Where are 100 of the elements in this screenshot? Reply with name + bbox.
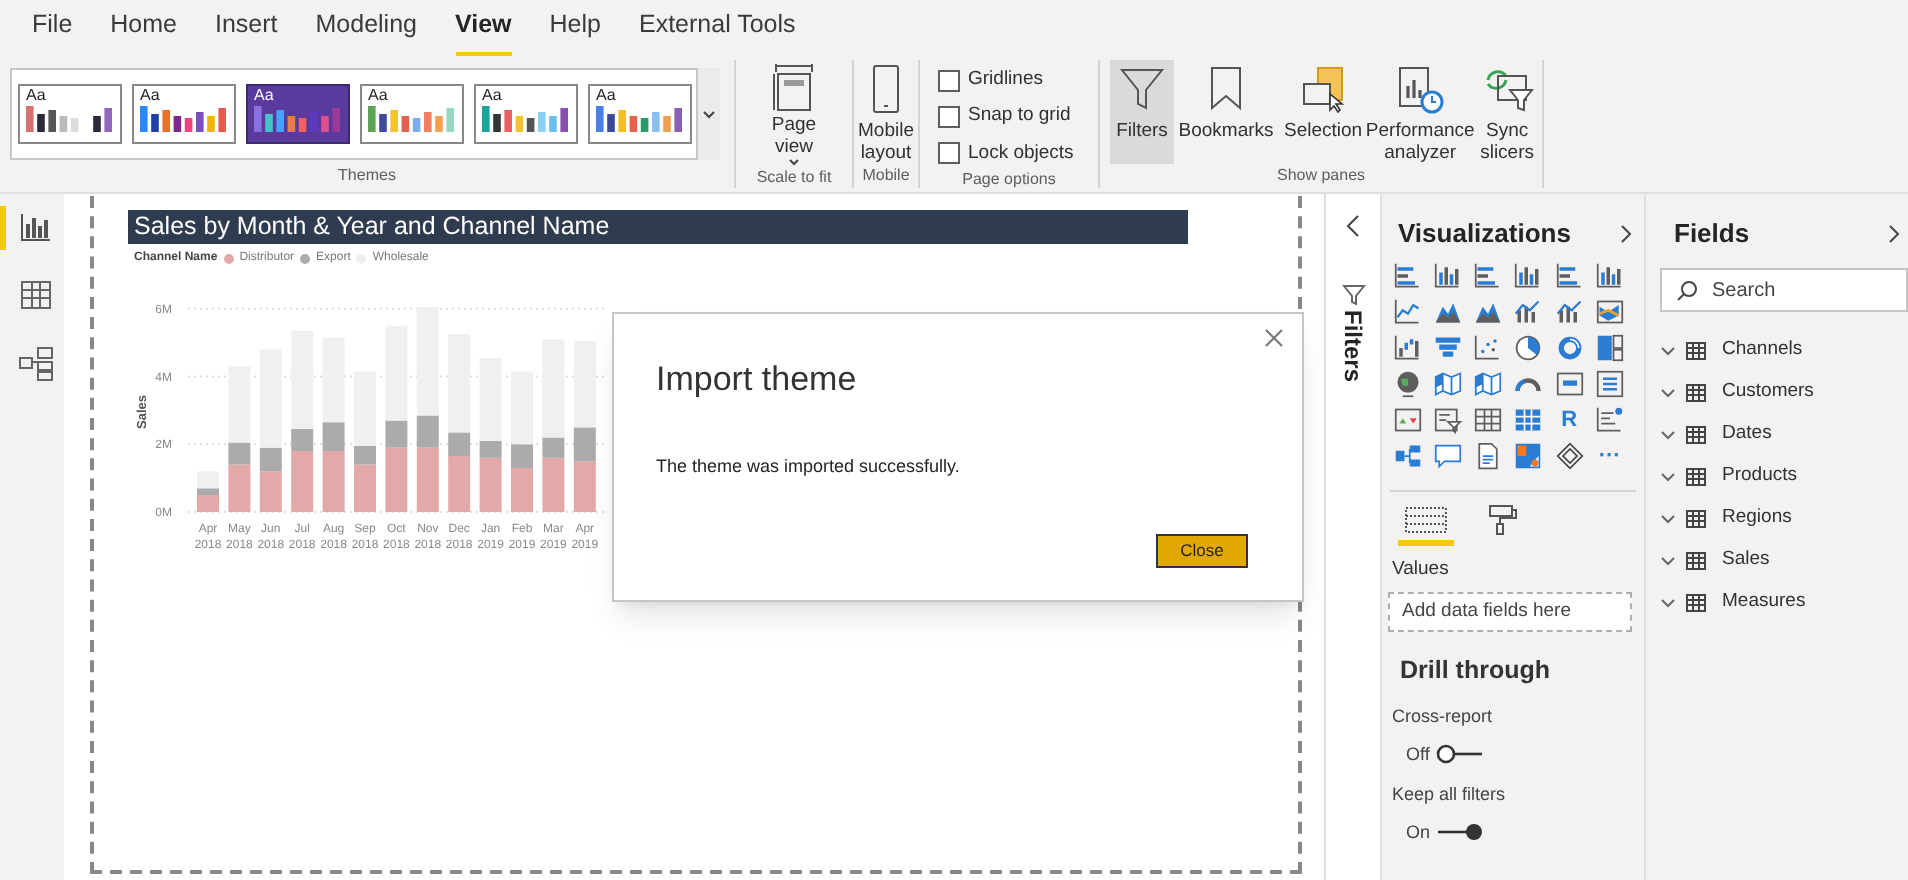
field-table-item[interactable]: Channels xyxy=(1660,336,1908,366)
donut-chart-icon[interactable] xyxy=(1553,334,1586,362)
theme-thumbnail[interactable]: Aa xyxy=(360,84,464,144)
waterfall-chart-icon[interactable] xyxy=(1392,334,1424,362)
checkbox[interactable]: Gridlines xyxy=(938,66,1074,95)
windows-cursor-icon xyxy=(1297,64,1350,116)
field-table-item[interactable]: Products xyxy=(1660,462,1908,492)
drop-zone[interactable]: Add data fields here xyxy=(1388,592,1632,633)
toggle-label: Cross-report xyxy=(1390,704,1495,730)
menu-tab[interactable]: Modeling xyxy=(315,6,417,56)
menu-tab[interactable]: Home xyxy=(110,6,177,56)
card-icon[interactable] xyxy=(1553,370,1586,398)
chevron-down-icon xyxy=(1660,555,1676,567)
group-label: Mobile xyxy=(860,164,912,188)
palette-bars-drawing xyxy=(254,104,342,132)
checkbox[interactable]: Lock objects xyxy=(938,139,1074,168)
menu-tab[interactable]: External Tools xyxy=(638,6,796,56)
matrix-icon[interactable] xyxy=(1512,406,1545,434)
map-icon[interactable] xyxy=(1432,370,1465,398)
theme-thumbnail[interactable]: Aa xyxy=(132,84,236,144)
palette-bars-drawing xyxy=(140,104,228,132)
area-chart-icon[interactable] xyxy=(1432,298,1465,326)
menu-tab[interactable]: Insert xyxy=(215,6,278,56)
section-label: Values xyxy=(1390,556,1451,584)
search-field[interactable]: Search xyxy=(1660,268,1908,312)
palette-bars-drawing xyxy=(596,104,684,132)
bar-chart-icon[interactable] xyxy=(1472,262,1505,290)
visual-type-button[interactable]: R xyxy=(1553,406,1586,434)
theme-thumbnail[interactable]: Aa xyxy=(474,84,578,144)
toggle-switch[interactable] xyxy=(1435,744,1484,765)
palette-bars-drawing xyxy=(26,104,114,132)
area-chart-icon[interactable] xyxy=(1472,298,1505,326)
key-influencers-icon[interactable] xyxy=(1392,442,1424,470)
pane-toggle-button[interactable]: Selection xyxy=(1278,60,1369,164)
diagram-icon xyxy=(15,344,55,384)
custom-visual-icon[interactable] xyxy=(1512,442,1545,470)
ribbon-chart-icon[interactable] xyxy=(1593,298,1626,326)
toggle-switch[interactable] xyxy=(1436,822,1485,843)
checkbox[interactable]: Snap to grid xyxy=(938,102,1074,131)
visual-type-button[interactable]: ··· xyxy=(1593,442,1626,470)
menu-tab[interactable]: Help xyxy=(549,6,601,56)
globe-icon[interactable] xyxy=(1392,370,1424,398)
palette-bars-drawing xyxy=(482,104,570,132)
column-chart-icon[interactable] xyxy=(1512,262,1545,290)
close-button[interactable]: Close xyxy=(1156,534,1248,568)
treemap-icon[interactable] xyxy=(1593,334,1626,362)
table-icon xyxy=(1686,510,1706,528)
pane-toggle-button[interactable]: Sync slicers xyxy=(1472,60,1542,164)
speech-bubble-icon[interactable] xyxy=(1432,442,1465,470)
chevron-down-icon xyxy=(702,109,716,119)
chevron-down-icon xyxy=(1660,597,1676,609)
field-table-item[interactable]: Dates xyxy=(1660,420,1908,450)
pane-toggle-button[interactable]: Performance analyzer xyxy=(1368,60,1473,164)
theme-sample-text: Aa xyxy=(254,86,274,104)
theme-thumbnail[interactable]: Aa xyxy=(18,84,122,144)
menu-tab[interactable]: File xyxy=(32,6,73,56)
toggle-state: Off xyxy=(1406,741,1430,767)
theme-thumbnail[interactable]: Aa xyxy=(588,84,692,144)
group-label: Scale to fit xyxy=(754,166,834,190)
pane-toggle-button[interactable]: Bookmarks xyxy=(1174,60,1278,164)
chevron-left-icon[interactable] xyxy=(1345,214,1361,238)
dialog-title: Import theme xyxy=(656,358,857,402)
combo-chart-icon[interactable] xyxy=(1553,298,1586,326)
chevron-down-icon xyxy=(1660,471,1676,483)
theme-thumbnail[interactable]: Aa xyxy=(246,84,350,144)
bar-dot-chart-icon[interactable] xyxy=(1593,406,1626,434)
search-icon xyxy=(1676,280,1698,302)
bar-chart-icon[interactable] xyxy=(1553,262,1586,290)
slicer-icon[interactable] xyxy=(1432,406,1465,434)
filters-pane-label[interactable]: Filters xyxy=(1335,310,1371,383)
line-chart-icon[interactable] xyxy=(1392,298,1424,326)
chevron-down-icon xyxy=(1660,513,1676,525)
column-chart-icon[interactable] xyxy=(1432,262,1465,290)
field-table-item[interactable]: Measures xyxy=(1660,588,1908,618)
chevron-right-icon[interactable] xyxy=(1620,224,1632,244)
field-table-item[interactable]: Customers xyxy=(1660,378,1908,408)
bar-chart-icon[interactable] xyxy=(1392,262,1424,290)
mobile-layout-button[interactable]: Mobile layout xyxy=(856,60,916,164)
chevron-right-icon[interactable] xyxy=(1888,224,1900,244)
pane-toggle-button[interactable]: Filters xyxy=(1110,60,1174,164)
map-icon[interactable] xyxy=(1472,370,1505,398)
pie-chart-icon[interactable] xyxy=(1512,334,1545,362)
kpi-icon[interactable] xyxy=(1392,406,1424,434)
group-label: Page options xyxy=(960,167,1058,192)
theme-sample-text: Aa xyxy=(26,86,46,104)
theme-sample-text: Aa xyxy=(140,86,160,104)
column-chart-icon[interactable] xyxy=(1593,262,1626,290)
table-icon[interactable] xyxy=(1472,406,1505,434)
funnel-chart-icon[interactable] xyxy=(1432,334,1465,362)
group-label: Themes xyxy=(336,164,398,188)
multi-row-card-icon[interactable] xyxy=(1593,370,1626,398)
page-view-button[interactable]: Page view xyxy=(744,58,844,166)
scatter-chart-icon[interactable] xyxy=(1472,334,1505,362)
diamond-icon[interactable] xyxy=(1553,442,1586,470)
pane-title: Fields xyxy=(1674,216,1750,253)
field-table-item[interactable]: Sales xyxy=(1660,546,1908,576)
close-icon[interactable] xyxy=(1262,326,1286,350)
toggle-state: On xyxy=(1406,819,1431,845)
combo-chart-icon[interactable] xyxy=(1512,298,1545,326)
field-table-item[interactable]: Regions xyxy=(1660,504,1908,534)
